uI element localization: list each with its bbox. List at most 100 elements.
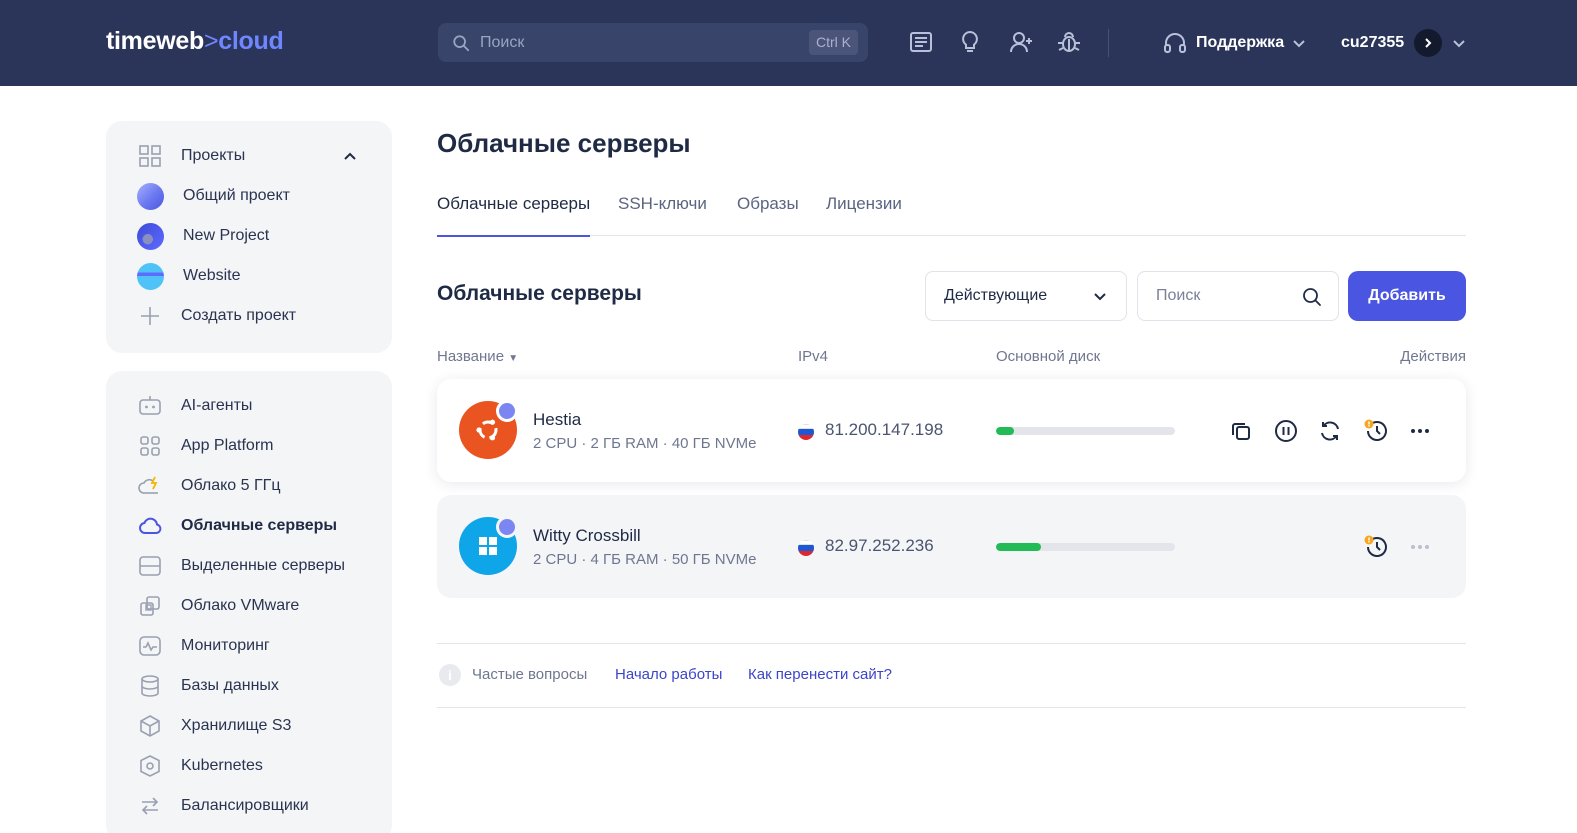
kubernetes-icon bbox=[138, 754, 162, 778]
tab-images[interactable]: Образы bbox=[737, 194, 799, 236]
sidebar-item-label: Хранилище S3 bbox=[181, 717, 292, 734]
column-header-actions: Действия bbox=[1400, 348, 1466, 365]
box-icon bbox=[138, 714, 162, 738]
chevron-up-icon[interactable] bbox=[342, 148, 358, 164]
bug-icon[interactable] bbox=[1056, 29, 1082, 55]
logo-separator: > bbox=[203, 27, 219, 55]
support-label: Поддержка bbox=[1196, 34, 1285, 51]
server-row[interactable]: Witty Crossbill 2 CPU · 4 ГБ RAM · 50 ГБ… bbox=[437, 495, 1466, 598]
news-icon[interactable] bbox=[908, 29, 934, 55]
server-search[interactable] bbox=[1137, 271, 1339, 321]
sidebar-item-app-platform[interactable]: App Platform bbox=[138, 431, 368, 461]
server-name[interactable]: Witty Crossbill bbox=[533, 526, 641, 546]
russia-flag-icon bbox=[798, 540, 814, 556]
cloud-bolt-icon bbox=[138, 474, 162, 498]
project-avatar bbox=[137, 262, 164, 290]
chevron-right-icon bbox=[1425, 38, 1432, 48]
global-search[interactable]: Ctrl K bbox=[438, 23, 868, 62]
page-title: Облачные серверы bbox=[437, 128, 691, 158]
project-item-general[interactable]: Общий проект bbox=[137, 181, 368, 211]
faq-link-migrate-site[interactable]: Как перенести сайт? bbox=[748, 666, 892, 683]
user-arrow-button[interactable] bbox=[1414, 29, 1443, 57]
russia-flag-icon bbox=[798, 424, 814, 440]
sidebar-item-cloud-5ghz[interactable]: Облако 5 ГГц bbox=[138, 471, 368, 501]
project-badge bbox=[496, 400, 518, 422]
plus-icon bbox=[138, 304, 162, 328]
sidebar-item-vmware[interactable]: Облако VMware bbox=[138, 591, 368, 621]
search-icon[interactable] bbox=[1302, 287, 1322, 307]
sidebar-item-kubernetes[interactable]: Kubernetes bbox=[138, 751, 368, 781]
project-avatar bbox=[137, 222, 164, 250]
info-icon: i bbox=[439, 664, 461, 686]
sidebar-item-label: Облако 5 ГГц bbox=[181, 477, 281, 494]
column-header-ipv4: IPv4 bbox=[798, 348, 829, 365]
database-icon bbox=[138, 674, 162, 698]
status-filter-select[interactable]: Действующие bbox=[925, 271, 1127, 321]
disk-usage-bar bbox=[996, 543, 1175, 551]
faq-label: Частые вопросы bbox=[472, 666, 588, 683]
sidebar-item-label: AI-агенты bbox=[181, 397, 253, 414]
chevron-down-icon bbox=[1453, 40, 1465, 48]
create-project-button[interactable]: Создать проект bbox=[138, 301, 368, 331]
username: cu27355 bbox=[1341, 34, 1405, 51]
global-search-input[interactable] bbox=[480, 23, 780, 62]
apps-icon bbox=[138, 434, 162, 458]
backup-clock-icon[interactable] bbox=[1363, 534, 1389, 560]
projects-header-label: Проекты bbox=[181, 147, 246, 164]
chevron-down-icon bbox=[1094, 293, 1106, 301]
project-item-new-project[interactable]: New Project bbox=[137, 221, 368, 251]
more-icon[interactable] bbox=[1407, 534, 1433, 560]
sidebar-item-databases[interactable]: Базы данных bbox=[138, 671, 368, 701]
copy-icon[interactable] bbox=[1228, 418, 1254, 444]
lightbulb-icon[interactable] bbox=[957, 29, 983, 55]
disk-usage-bar bbox=[996, 427, 1175, 435]
project-item-website[interactable]: Website bbox=[137, 261, 368, 291]
server-ip[interactable]: 81.200.147.198 bbox=[825, 420, 943, 440]
sort-down-icon: ▼ bbox=[508, 353, 519, 364]
sidebar-item-ai-agents[interactable]: AI-агенты bbox=[138, 391, 368, 421]
support-menu[interactable]: Поддержка bbox=[1162, 28, 1306, 58]
add-user-icon[interactable] bbox=[1008, 29, 1034, 55]
add-server-button[interactable]: Добавить bbox=[1348, 271, 1466, 321]
sidebar-item-label: Базы данных bbox=[181, 677, 279, 694]
sidebar-item-balancers[interactable]: Балансировщики bbox=[138, 791, 368, 821]
column-header-disk: Основной диск bbox=[996, 348, 1101, 365]
tab-licenses[interactable]: Лицензии bbox=[826, 194, 902, 236]
restart-icon[interactable] bbox=[1317, 418, 1343, 444]
project-label: Website bbox=[183, 267, 241, 284]
tab-cloud-servers[interactable]: Облачные серверы bbox=[437, 194, 591, 237]
column-header-name[interactable]: Название ▼ bbox=[437, 348, 518, 365]
pause-icon[interactable] bbox=[1273, 418, 1299, 444]
sidebar-item-monitoring[interactable]: Мониторинг bbox=[138, 631, 368, 661]
server-ip[interactable]: 82.97.252.236 bbox=[825, 536, 934, 556]
sidebar-item-s3-storage[interactable]: Хранилище S3 bbox=[138, 711, 368, 741]
backup-clock-icon[interactable] bbox=[1363, 418, 1389, 444]
sidebar-item-dedicated-servers[interactable]: Выделенные серверы bbox=[138, 551, 368, 581]
tabs: Облачные серверы SSH-ключи Образы Лиценз… bbox=[437, 188, 1466, 237]
balancer-icon bbox=[138, 794, 162, 818]
server-icon bbox=[138, 554, 162, 578]
create-project-label: Создать проект bbox=[181, 307, 297, 324]
sidebar-item-label: Облачные серверы bbox=[181, 517, 338, 534]
server-row[interactable]: Hestia 2 CPU · 2 ГБ RAM · 40 ГБ NVMe 81.… bbox=[437, 379, 1466, 482]
robot-icon bbox=[138, 394, 162, 418]
sidebar-item-label: Выделенные серверы bbox=[181, 557, 346, 574]
faq-link-getting-started[interactable]: Начало работы bbox=[615, 666, 722, 683]
server-name[interactable]: Hestia bbox=[533, 410, 581, 430]
server-search-input[interactable] bbox=[1156, 272, 1296, 320]
tab-ssh-keys[interactable]: SSH-ключи bbox=[618, 194, 707, 236]
products-panel: AI-агенты App Platform Облако 5 ГГц Обла… bbox=[106, 371, 392, 833]
header-divider bbox=[1108, 29, 1109, 57]
sidebar-item-label: App Platform bbox=[181, 437, 274, 454]
status-filter-value: Действующие bbox=[944, 287, 1048, 304]
sidebar-item-cloud-servers[interactable]: Облачные серверы bbox=[138, 511, 368, 541]
logo-main-text: timeweb bbox=[106, 27, 204, 55]
headset-icon bbox=[1164, 33, 1186, 53]
user-menu[interactable]: cu27355 bbox=[1341, 27, 1466, 59]
section-title: Облачные серверы bbox=[437, 282, 642, 305]
logo[interactable]: timeweb>cloud bbox=[106, 27, 284, 56]
projects-header[interactable]: Проекты bbox=[138, 141, 368, 171]
more-icon[interactable] bbox=[1407, 418, 1433, 444]
monitor-icon bbox=[138, 634, 162, 658]
disk-usage-fill bbox=[996, 543, 1041, 551]
